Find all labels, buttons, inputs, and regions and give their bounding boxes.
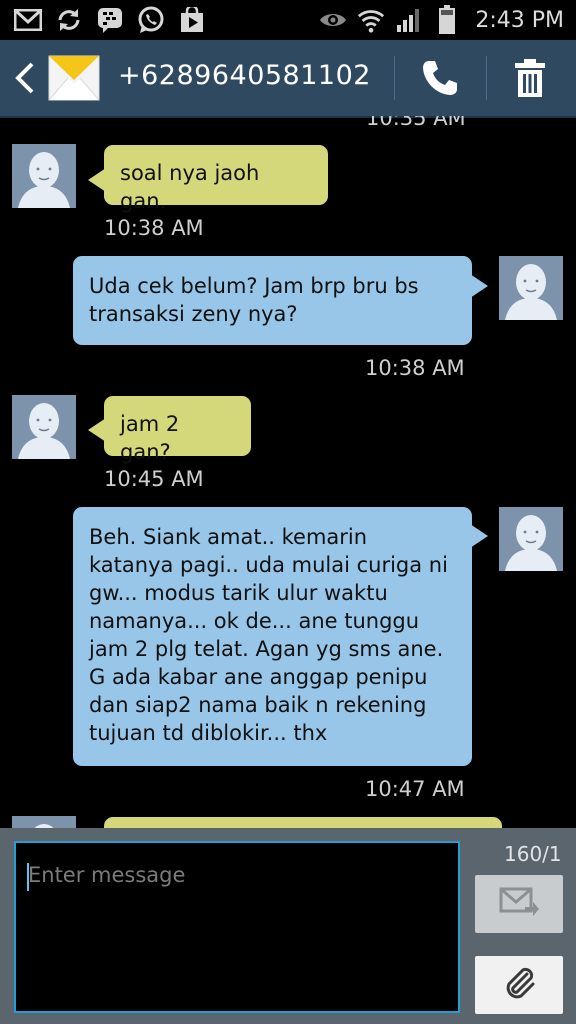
message-time: 10:38 AM bbox=[104, 216, 204, 240]
notification-icons bbox=[14, 5, 206, 35]
message-line: namanya... ok de... ane tunggu bbox=[89, 609, 420, 633]
gmail-icon bbox=[14, 6, 42, 34]
message-line: transaksi zeny nya? bbox=[89, 302, 298, 326]
bbm-icon bbox=[96, 6, 124, 34]
message-time: 10:35 AM bbox=[366, 116, 466, 130]
message-line: jam 2 plg telat. Agan yg sms ane. bbox=[89, 637, 444, 661]
message-text: jam 2 gan? bbox=[120, 412, 180, 464]
outgoing-message-bubble[interactable]: Beh. Siank amat.. kemarin katanya pagi..… bbox=[73, 507, 472, 766]
contact-number: +6289640581102 bbox=[118, 60, 371, 91]
incoming-message-bubble[interactable]: soal nya jaoh gan. bbox=[104, 145, 328, 213]
message-envelope-icon[interactable] bbox=[48, 54, 100, 102]
attach-button[interactable] bbox=[475, 956, 563, 1014]
back-icon[interactable] bbox=[12, 60, 38, 96]
bubble-tail bbox=[470, 524, 488, 548]
status-bar: 2:43 PM bbox=[0, 0, 576, 40]
delete-icon[interactable] bbox=[510, 57, 550, 99]
character-counter: 160/1 bbox=[504, 842, 562, 866]
message-line: Beh. Siank amat.. kemarin bbox=[89, 525, 368, 549]
send-button[interactable] bbox=[475, 875, 563, 933]
battery-icon bbox=[433, 5, 461, 34]
clock: 2:43 PM bbox=[475, 7, 564, 33]
contact-avatar[interactable] bbox=[12, 144, 76, 208]
message-time: 10:45 AM bbox=[104, 467, 204, 491]
message-time: 10:38 AM bbox=[365, 356, 465, 380]
message-line: tujuan td diblokir... thx bbox=[89, 721, 328, 745]
divider bbox=[486, 56, 487, 100]
message-time: 10:47 AM bbox=[365, 777, 465, 801]
play-store-icon bbox=[178, 6, 206, 34]
incoming-message-bubble[interactable]: jam 2 gan? bbox=[104, 396, 251, 464]
message-input-placeholder: Enter message bbox=[28, 863, 186, 887]
message-input[interactable]: Enter message bbox=[14, 841, 460, 1013]
bubble-tail bbox=[470, 274, 488, 298]
call-icon[interactable] bbox=[420, 58, 460, 98]
contact-avatar[interactable] bbox=[12, 816, 76, 828]
message-line: G ada kabar ane anggap penipu bbox=[89, 665, 428, 689]
contact-avatar[interactable] bbox=[12, 395, 76, 459]
sync-icon bbox=[55, 6, 83, 34]
wifi-icon bbox=[357, 6, 385, 34]
message-text: soal nya jaoh gan. bbox=[120, 161, 260, 213]
my-avatar[interactable] bbox=[499, 256, 563, 320]
divider bbox=[394, 56, 395, 100]
signal-icon bbox=[395, 6, 423, 34]
action-bar: +6289640581102 bbox=[0, 40, 576, 118]
my-avatar[interactable] bbox=[499, 507, 563, 571]
paperclip-icon bbox=[502, 965, 536, 1005]
compose-bar: Enter message 160/1 bbox=[0, 828, 576, 1024]
message-line: katanya pagi.. uda mulai curiga ni bbox=[89, 553, 448, 577]
conversation-list[interactable]: 10:35 AM soal nya jaoh gan. 10:38 AM Uda… bbox=[0, 116, 576, 828]
incoming-message-bubble[interactable] bbox=[104, 817, 502, 828]
message-line: dan siap2 nama baik n rekening bbox=[89, 693, 427, 717]
outgoing-message-bubble[interactable]: Uda cek belum? Jam brp bru bs transaksi … bbox=[73, 256, 472, 345]
message-line: Uda cek belum? Jam brp bru bs bbox=[89, 274, 419, 298]
message-line: gw... modus tarik ulur waktu bbox=[89, 581, 388, 605]
whatsapp-icon bbox=[137, 6, 165, 34]
eye-icon bbox=[319, 6, 347, 34]
system-icons: 2:43 PM bbox=[319, 4, 564, 36]
send-icon bbox=[499, 887, 539, 921]
